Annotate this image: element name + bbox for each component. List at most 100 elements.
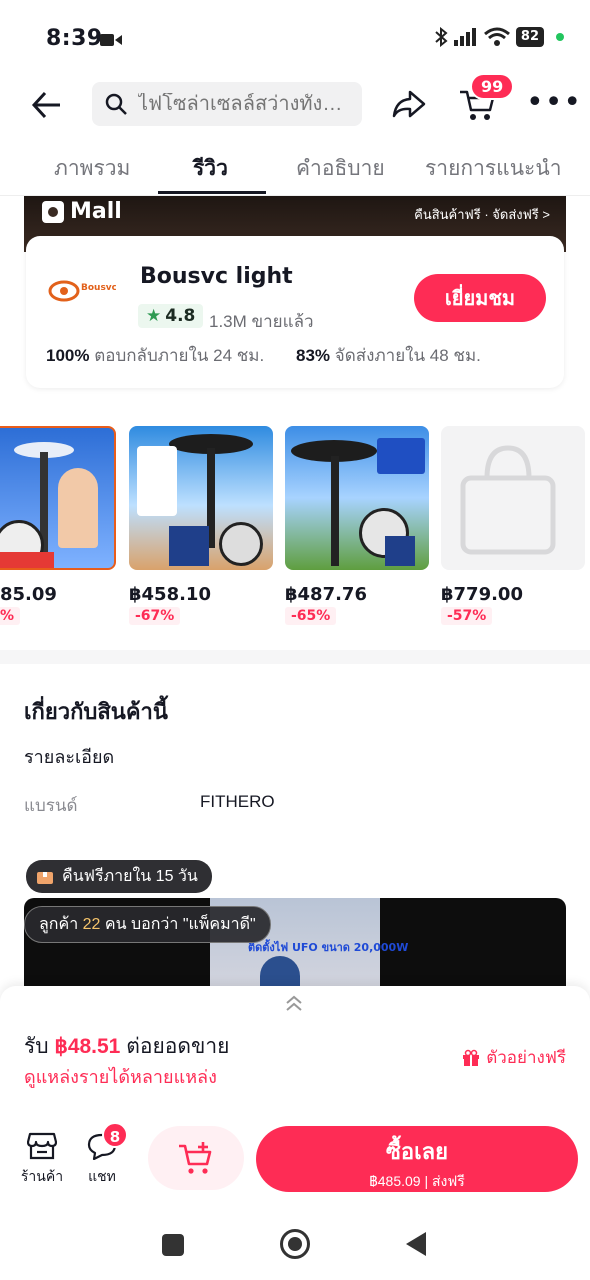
tab-description[interactable]: คำอธิบาย [296,152,385,185]
share-icon[interactable] [392,88,426,120]
shop-button-label: ร้านค้า [20,1168,64,1184]
shop-products-carousel[interactable]: 85.09 % ฿458.10 -67% ฿487.76 -65% ฿779.0… [0,426,590,636]
free-return-badge: คืนฟรีภายใน 15 วัน [26,860,212,893]
chat-button-label: แชท [88,1168,116,1184]
commission-prefix: รับ [24,1035,55,1058]
signal-icon [453,28,476,46]
tab-reviews[interactable]: รีวิว [193,152,228,185]
system-back-icon[interactable] [406,1232,426,1256]
mall-badge-label: Mall [70,199,122,224]
customer-count: 22 [82,916,101,933]
product-image [0,426,116,570]
status-bar: 8:39 82 [0,0,590,78]
details-heading: รายละเอียด [24,747,115,767]
tiktok-shop-bag-icon [42,200,64,223]
product-image [129,426,273,570]
income-sources-link[interactable]: ดูแหล่งรายได้หลายแหล่ง [24,1062,217,1091]
shop-name[interactable]: Bousvc light [140,264,293,289]
tab-recommended[interactable]: รายการแนะนำ [425,152,561,185]
chat-unread-badge: 8 [102,1122,128,1148]
top-header: 99 ••• [0,73,590,134]
buy-now-label: ซื้อเลย [385,1139,449,1164]
response-rate-text: ตอบกลับภายใน 24 ชม. [94,346,265,365]
cart-count-badge: 99 [470,73,515,100]
bluetooth-icon [435,27,448,47]
add-to-cart-icon [179,1142,212,1174]
free-return-text: คืนฟรีภายใน 15 วัน [62,868,198,885]
response-rate: 100% ตอบกลับภายใน 24 ชม. [46,342,264,369]
back-arrow-icon[interactable] [30,90,64,120]
free-sample-label: ตัวอย่างฟรี [486,1048,566,1067]
shop-rating-value: 4.8 [165,306,196,326]
search-icon [105,93,127,115]
shipping-rate: 83% จัดส่งภายใน 48 ชม. [296,342,481,369]
mall-shop-section: Mall คืนสินค้าฟรี · จัดส่งฟรี > Bousvc l… [24,196,566,392]
search-input[interactable] [138,92,348,116]
tab-overview[interactable]: ภาพรวม [54,152,130,185]
buy-now-price: ฿485.09 | ส่งฟรี [369,1173,465,1189]
store-icon [26,1132,58,1160]
product-price: ฿779.00 [441,584,523,605]
status-time: 8:39 [46,26,103,51]
product-card[interactable]: ฿487.76 -65% [285,426,429,625]
wifi-icon [483,27,510,46]
shop-sold-count: 1.3M ขายแล้ว [209,312,314,331]
commission-suffix: ต่อยอดขาย [120,1035,230,1058]
product-image [285,426,429,570]
brand-value: FITHERO [200,792,275,811]
search-bar[interactable] [92,82,362,126]
add-to-cart-button[interactable] [148,1126,244,1190]
response-rate-value: 100% [46,346,90,365]
shipping-rate-value: 83% [296,346,331,365]
battery-indicator: 82 [515,27,544,47]
product-card[interactable]: ฿779.00 -57% [441,426,585,625]
system-navigation-bar [0,1200,590,1280]
product-discount: -57% [441,607,493,625]
shop-logo: Bousvc light [48,280,116,302]
star-icon: ★ [146,306,162,326]
product-discount: % [0,607,21,625]
chat-button[interactable]: 8 แชท [80,1122,128,1188]
chevron-up-icon[interactable] [284,994,304,1014]
gift-icon [463,1049,480,1066]
product-image-placeholder [441,426,585,570]
shopping-bag-placeholder-icon [460,445,556,555]
buy-now-button[interactable]: ซื้อเลย ฿485.09 | ส่งฟรี [256,1126,578,1192]
section-divider [0,650,590,664]
box-icon [37,871,53,884]
free-sample-link[interactable]: ตัวอย่างฟรี [462,1044,566,1071]
visit-shop-button[interactable]: เยี่ยมชม [414,274,546,322]
privacy-indicator-dot [556,33,564,41]
shop-rating: ★ 4.8 [138,304,204,328]
active-tab-indicator [158,191,266,194]
video-camera-icon [100,34,122,46]
product-price: ฿458.10 [129,584,211,605]
product-discount: -65% [285,607,337,625]
product-price: ฿487.76 [285,584,367,605]
bottom-action-bar: ร้านค้า 8 แชท ซื้อเลย ฿485.09 | ส่งฟรี [0,1108,590,1200]
section-tabs: ภาพรวม รีวิว คำอธิบาย รายการแนะนำ [0,140,590,196]
shop-card[interactable]: Bousvc light Bousvc light ★ 4.8 1.3M ขาย… [26,236,564,388]
product-card[interactable]: 85.09 % [0,426,116,625]
about-product-title: เกี่ยวกับสินค้านี้ [24,699,168,724]
customer-feedback-badge: ลูกค้า 22 คน บอกว่า "แพ็คมาดี" [24,906,271,943]
shipping-rate-text: จัดส่งภายใน 48 ชม. [334,346,481,365]
home-icon[interactable] [280,1229,310,1259]
customer-feedback-suffix: คน บอกว่า "แพ็คมาดี" [100,916,256,933]
affiliate-earnings-panel: รับ ฿48.51 ต่อยอดขาย ดูแหล่งรายได้หลายแห… [0,986,590,1108]
shop-button[interactable]: ร้านค้า [20,1132,64,1188]
recent-apps-icon[interactable] [162,1234,184,1256]
product-price: 85.09 [0,584,57,605]
shop-logo-text: Bousvc light [81,283,116,293]
status-icons: 82 [434,27,564,47]
brand-label: แบรนด์ [24,796,78,815]
mall-badge: Mall [42,199,122,224]
commission-amount: ฿48.51 [54,1035,121,1058]
more-options-icon[interactable]: ••• [526,88,582,118]
product-discount: -67% [129,607,181,625]
video-caption: ติดตั้งไฟ UFO ขนาด 20,000W [248,941,409,954]
product-card[interactable]: ฿458.10 -67% [129,426,273,625]
mall-benefits[interactable]: คืนสินค้าฟรี · จัดส่งฟรี > [414,204,550,225]
customer-feedback-prefix: ลูกค้า [39,916,83,933]
commission-text: รับ ฿48.51 ต่อยอดขาย [24,1030,229,1063]
